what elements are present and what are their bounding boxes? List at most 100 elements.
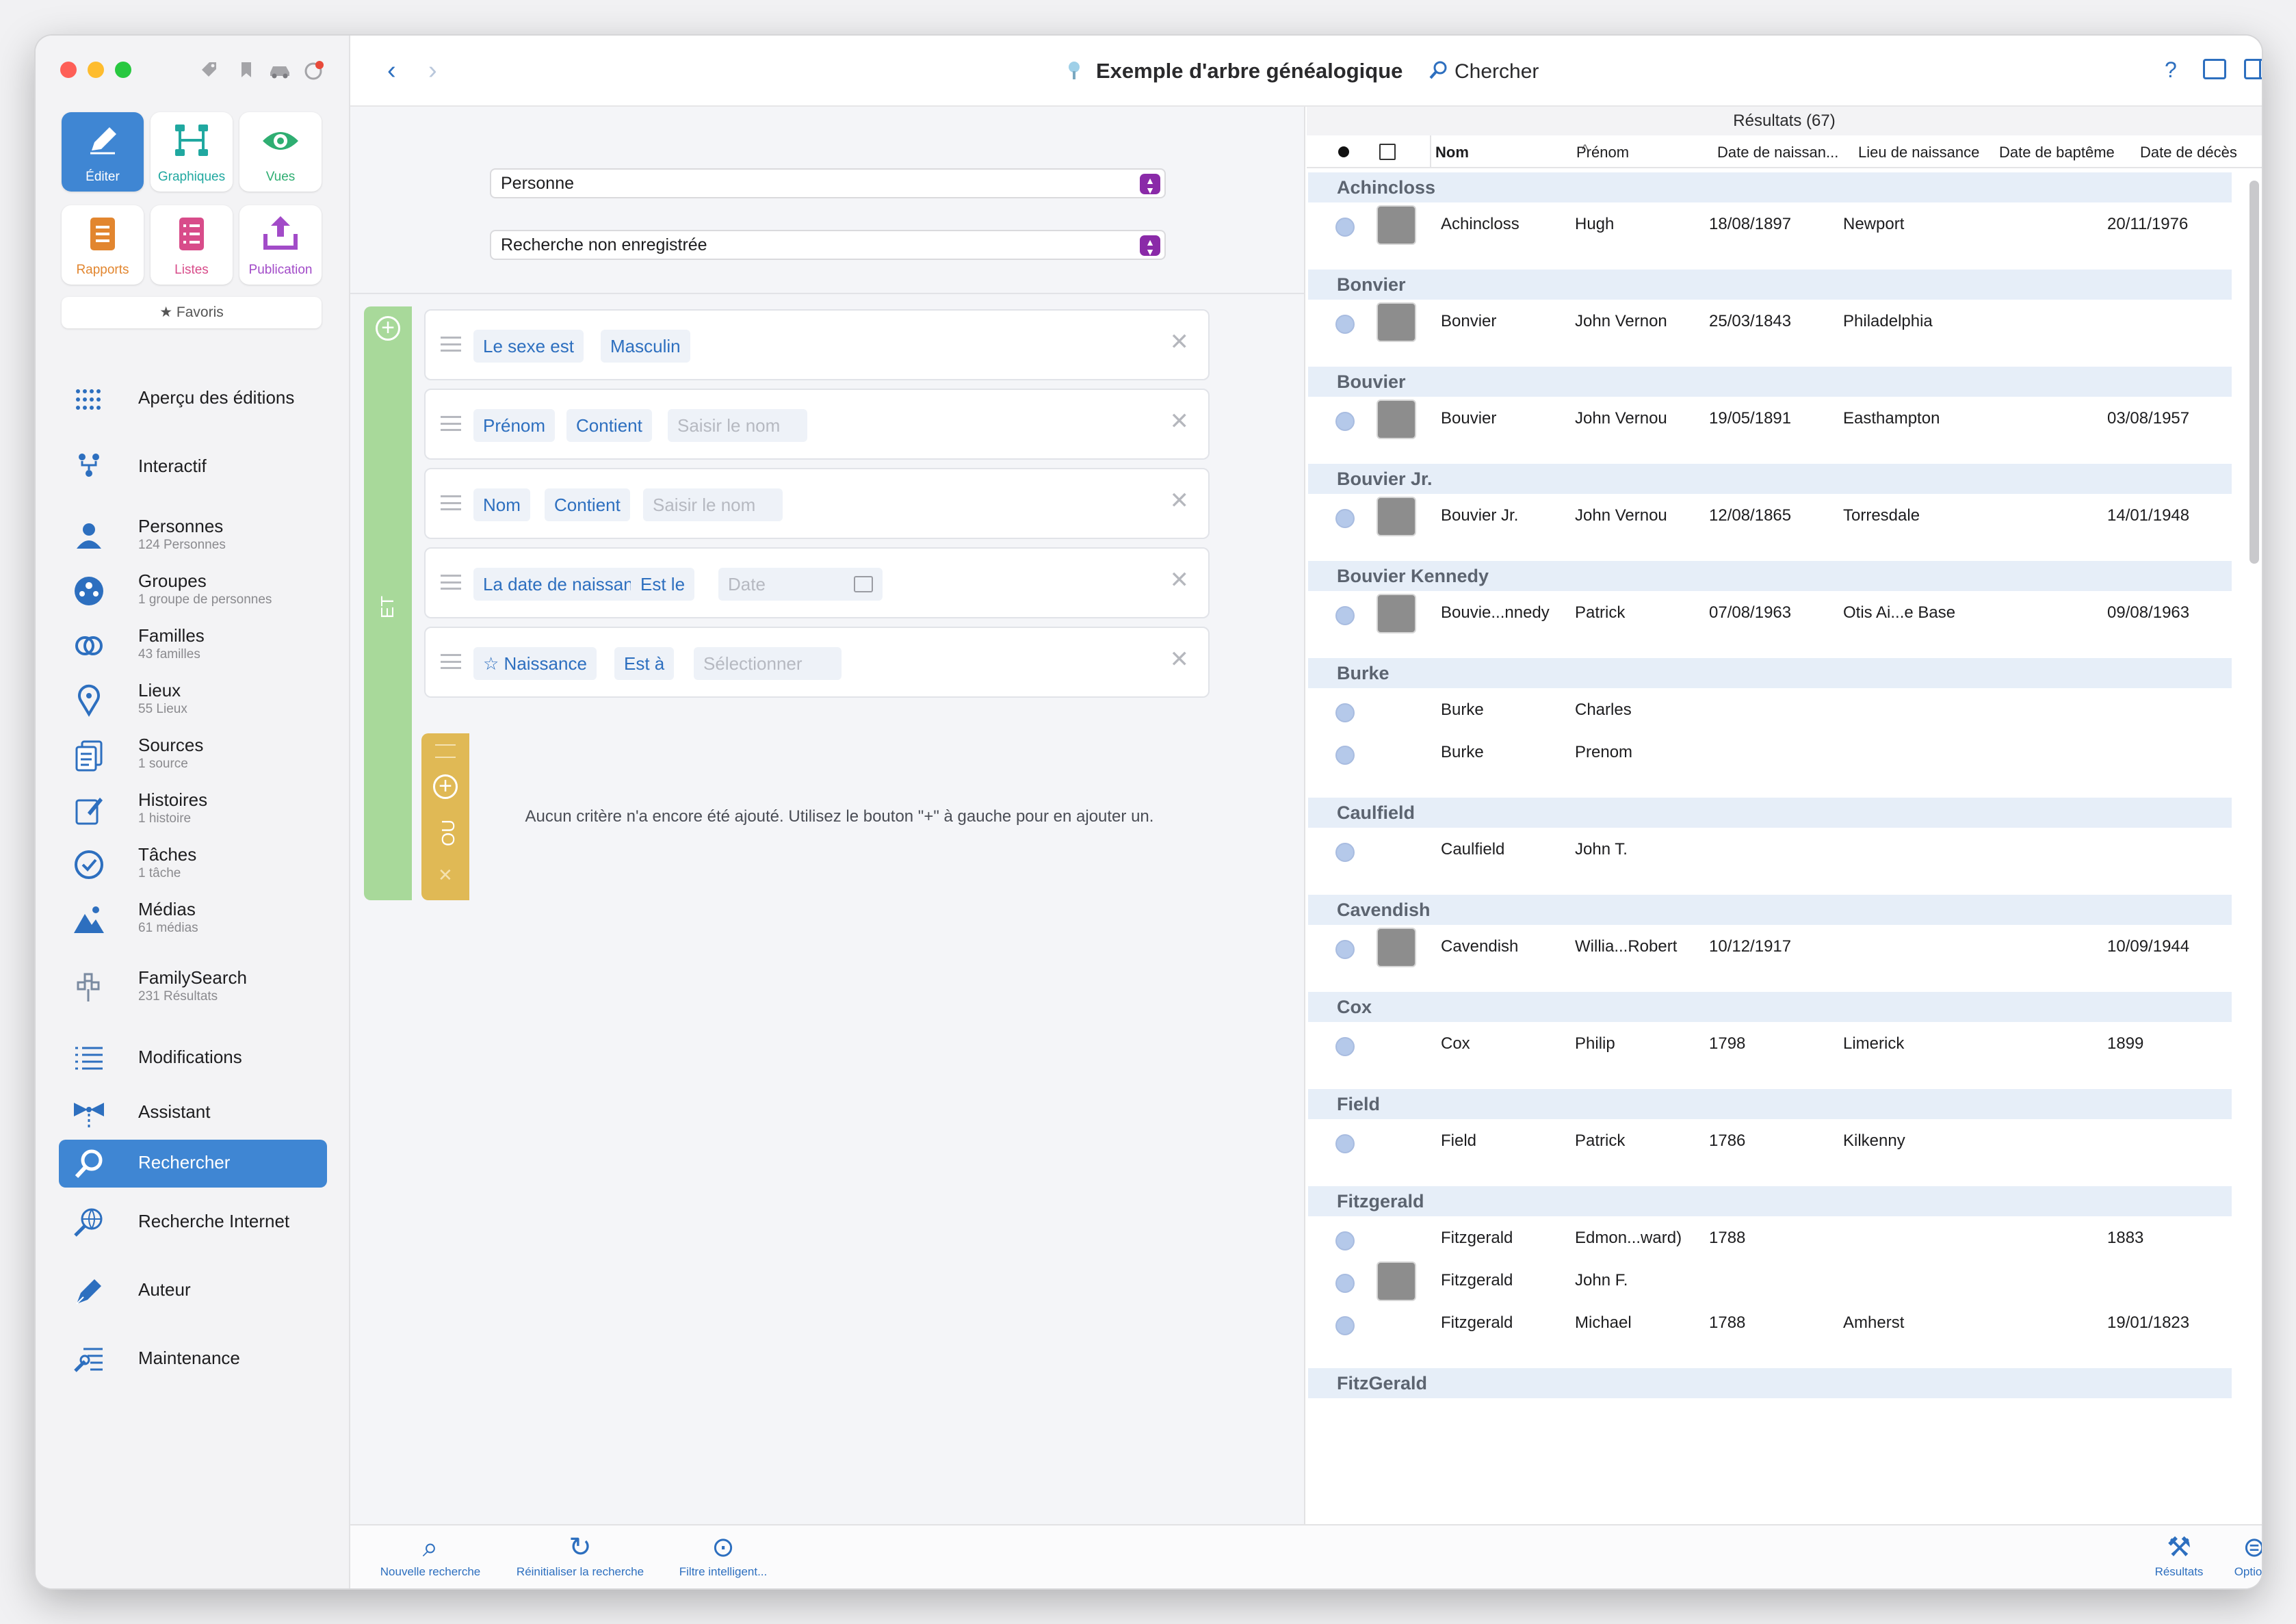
nav-places[interactable]: Lieux 55 Lieux	[59, 676, 327, 721]
help-icon[interactable]: ?	[2165, 57, 2177, 83]
criterion-field[interactable]: ☆ Naissance	[473, 647, 597, 680]
add-or-criterion-button[interactable]: +	[433, 774, 458, 799]
nav-changes[interactable]: Modifications	[59, 1034, 327, 1079]
saved-search-select[interactable]: Recherche non enregistrée ▲ ▼	[490, 230, 1166, 260]
nav-interactive[interactable]: Interactif	[59, 443, 327, 488]
tile-reports[interactable]: Rapports	[62, 205, 144, 285]
result-row[interactable]: Achincloss Hugh 18/08/1897 Newport 20/11/197…	[1308, 202, 2232, 248]
vertical-scrollbar[interactable]	[2249, 181, 2259, 564]
drag-handle-icon[interactable]	[441, 575, 461, 590]
drag-handle-icon[interactable]	[441, 654, 461, 669]
result-row[interactable]: Bouvier Jr. John Vernou 12/08/1865 Torresda…	[1308, 494, 2232, 539]
criterion-operator[interactable]: Contient	[566, 409, 652, 442]
remove-criterion-icon[interactable]: ✕	[1170, 566, 1190, 594]
result-row[interactable]: Caulfield John T.	[1308, 828, 2232, 873]
smart-filter-label: Filtre intelligent...	[679, 1565, 768, 1578]
criterion-operator[interactable]: Masculin	[601, 330, 690, 363]
tag-icon[interactable]	[200, 60, 219, 79]
saved-search-value: Recherche non enregistrée	[501, 235, 707, 254]
drag-handle-icon[interactable]	[435, 744, 456, 758]
nav-internet-search[interactable]: Recherche Internet	[59, 1199, 327, 1244]
tile-charts[interactable]: Graphiques	[151, 112, 233, 192]
result-row[interactable]: Cavendish Willia...Robert 10/12/1917 10/09/…	[1308, 925, 2232, 970]
cell-nom: Bouvie...nnedy	[1441, 603, 1550, 622]
reset-search-button[interactable]: ↻ Réinitialiser la recherche	[505, 1532, 655, 1579]
tile-views[interactable]: Vues	[239, 112, 322, 192]
criterion-value-select[interactable]: Sélectionner	[694, 647, 842, 680]
remove-criterion-icon[interactable]: ✕	[1170, 408, 1190, 435]
nav-search[interactable]: Rechercher	[59, 1140, 327, 1188]
search-field-icon	[1429, 60, 1448, 86]
result-row[interactable]: Bonvier John Vernon 25/03/1843 Philadelphia	[1308, 300, 2232, 345]
tile-lists[interactable]: Listes	[151, 205, 233, 285]
remove-criterion-icon[interactable]: ✕	[1170, 646, 1190, 673]
calendar-icon[interactable]	[854, 576, 873, 592]
col-header-prenom[interactable]: Prénom	[1576, 144, 1629, 161]
result-row[interactable]: Fitzgerald John F.	[1308, 1259, 2232, 1304]
criterion-field[interactable]: Prénom	[473, 409, 556, 442]
tile-edit[interactable]: Éditer	[62, 112, 144, 192]
nav-maintenance[interactable]: Maintenance	[59, 1335, 327, 1380]
back-chevron-icon[interactable]: ‹	[387, 56, 396, 86]
nav-count: 124 Personnes	[138, 538, 226, 552]
criterion-operator[interactable]: Est le	[631, 568, 695, 601]
options-button[interactable]: ⊜ Options	[2217, 1532, 2262, 1579]
nav-author[interactable]: Auteur	[59, 1267, 327, 1312]
result-row[interactable]: Burke Prenom	[1308, 731, 2232, 776]
add-and-criterion-button[interactable]: +	[376, 316, 400, 341]
new-search-button[interactable]: ⌕ Nouvelle recherche	[372, 1532, 488, 1579]
criterion-operator[interactable]: Contient	[545, 488, 630, 521]
drag-handle-icon[interactable]	[441, 416, 461, 431]
criterion-date-input[interactable]: Date	[718, 568, 883, 601]
nav-persons[interactable]: Personnes 124 Personnes	[59, 512, 327, 557]
col-header-nom[interactable]: Nom	[1435, 144, 1469, 161]
close-window-button[interactable]	[60, 62, 77, 78]
drag-handle-icon[interactable]	[441, 337, 461, 352]
nav-groups[interactable]: Groupes 1 groupe de personnes	[59, 566, 327, 612]
minimize-window-button[interactable]	[88, 62, 104, 78]
entity-type-select[interactable]: Personne ▲ ▼	[490, 168, 1166, 198]
drag-handle-icon[interactable]	[441, 495, 461, 510]
result-row[interactable]: Bouvie...nnedy Patrick 07/08/1963 Otis Ai..…	[1308, 591, 2232, 636]
nav-families[interactable]: Familles 43 familles	[59, 621, 327, 666]
nav-familysearch[interactable]: FamilySearch 231 Résultats	[59, 963, 327, 1008]
col-header-lieu-naissance[interactable]: Lieu de naissance	[1858, 144, 1979, 161]
forward-chevron-icon[interactable]: ›	[428, 56, 437, 86]
criterion-operator[interactable]: Est à	[614, 647, 675, 680]
result-row[interactable]: Bouvier John Vernou 19/05/1891 Easthampton 0…	[1308, 397, 2232, 442]
sidebar-toggle-icon[interactable]	[2244, 59, 2262, 79]
smart-filter-button[interactable]: ⊙ Filtre intelligent...	[665, 1532, 781, 1579]
criterion-value-input[interactable]: Saisir le nom	[643, 488, 783, 521]
nav-assistant[interactable]: Assistant	[59, 1089, 327, 1134]
remove-criterion-icon[interactable]: ✕	[1170, 487, 1190, 514]
nav-media[interactable]: Médias 61 médias	[59, 895, 327, 940]
nav-overview[interactable]: Aperçu des éditions	[59, 375, 327, 420]
remove-criterion-icon[interactable]: ✕	[1170, 328, 1190, 356]
criterion-value-input[interactable]: Saisir le nom	[668, 409, 807, 442]
results-button[interactable]: ⚒ Résultats	[2141, 1532, 2217, 1579]
nav-stories[interactable]: Histoires 1 histoire	[59, 785, 327, 830]
car-icon[interactable]	[268, 60, 289, 79]
search-field[interactable]: Chercher	[1454, 60, 1539, 83]
criterion-field[interactable]: Le sexe est	[473, 330, 584, 363]
tile-publication[interactable]: Publication	[239, 205, 322, 285]
result-row[interactable]: Fitzgerald Edmon...ward) 1788 1883	[1308, 1216, 2232, 1261]
result-row[interactable]: Burke Charles	[1308, 688, 2232, 733]
sync-globe-icon[interactable]	[304, 60, 324, 80]
toggles-icon: ⊜	[2243, 1532, 2262, 1562]
col-header-date-deces[interactable]: Date de décès	[2140, 144, 2237, 161]
favorites-button[interactable]: ★ Favoris	[62, 297, 322, 328]
result-row[interactable]: Field Patrick 1786 Kilkenny	[1308, 1119, 2232, 1164]
col-header-date-bapteme[interactable]: Date de baptême	[1999, 144, 2115, 161]
col-header-date-naissance[interactable]: Date de naissan...	[1717, 144, 1838, 161]
zoom-window-button[interactable]	[115, 62, 131, 78]
nav-label: Histoires	[138, 789, 208, 810]
window-layout-icon[interactable]	[2203, 59, 2226, 79]
result-row[interactable]: Cox Philip 1798 Limerick 1899	[1308, 1022, 2232, 1067]
criterion-field[interactable]: Nom	[473, 488, 530, 521]
nav-sources[interactable]: Sources 1 source	[59, 731, 327, 776]
nav-tasks[interactable]: Tâches 1 tâche	[59, 840, 327, 885]
result-row[interactable]: Fitzgerald Michael 1788 Amherst 19/01/1823	[1308, 1301, 2232, 1346]
bookmark-icon[interactable]	[237, 60, 256, 79]
remove-or-group-icon[interactable]: ✕	[438, 865, 453, 886]
